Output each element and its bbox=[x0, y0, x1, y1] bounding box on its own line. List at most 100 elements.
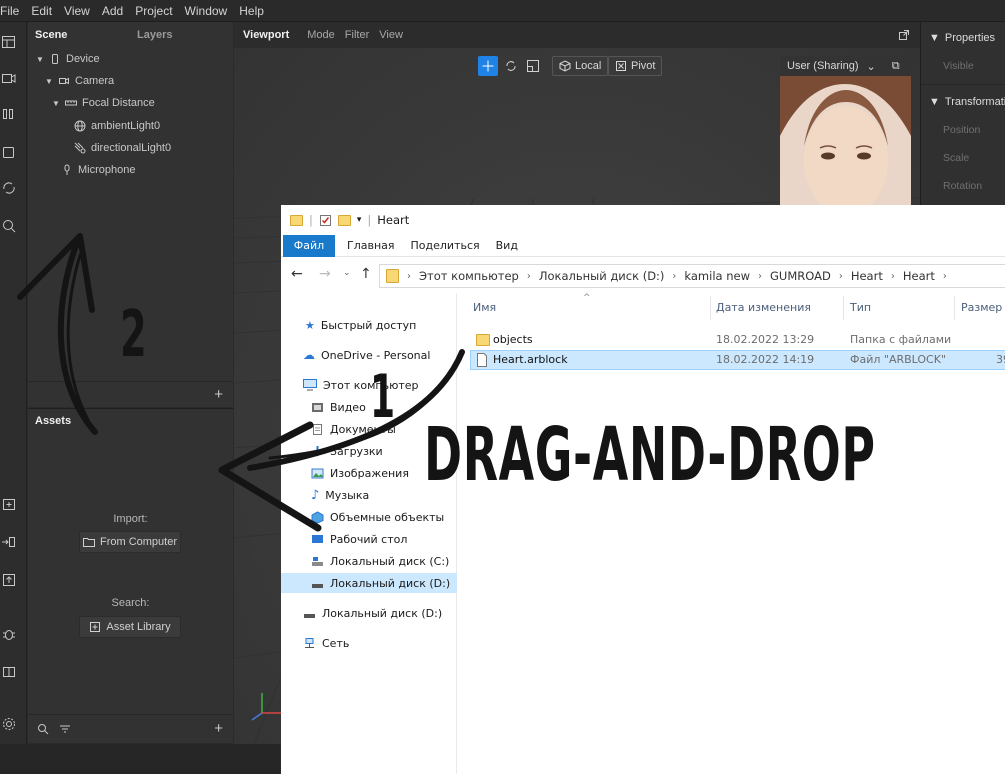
ribbon-tab-file[interactable]: Файл bbox=[283, 234, 335, 257]
chevron-right-icon[interactable]: › bbox=[839, 271, 843, 282]
layout-icon[interactable] bbox=[1, 34, 17, 50]
external-link-icon[interactable]: ⧉ bbox=[892, 60, 900, 73]
from-computer-button[interactable]: From Computer bbox=[79, 531, 181, 553]
menu-filter[interactable]: Filter bbox=[345, 29, 369, 41]
nav-disk-c[interactable]: Локальный диск (C:) bbox=[311, 551, 449, 571]
nav-quick-access[interactable]: ★ Быстрый доступ bbox=[305, 315, 416, 335]
chevron-right-icon[interactable]: › bbox=[943, 271, 947, 282]
preview-title[interactable]: User (Sharing) bbox=[787, 60, 859, 72]
menu-help[interactable]: Help bbox=[239, 4, 270, 18]
tab-scene[interactable]: Scene bbox=[35, 29, 137, 41]
rotate-icon[interactable] bbox=[504, 59, 518, 73]
expand-icon[interactable]: ▼ bbox=[36, 55, 44, 64]
column-name[interactable]: Имя bbox=[473, 301, 496, 314]
breadcrumb-heart-current[interactable]: Heart bbox=[903, 269, 935, 283]
menu-add[interactable]: Add bbox=[102, 4, 129, 18]
bug-icon[interactable] bbox=[1, 626, 17, 642]
column-divider[interactable] bbox=[710, 296, 711, 320]
scale-icon[interactable] bbox=[526, 59, 540, 73]
simulator-preview[interactable]: User (Sharing) ⌄ ⧉ bbox=[780, 56, 911, 216]
forward-icon[interactable]: → bbox=[319, 266, 331, 282]
tab-layers[interactable]: Layers bbox=[137, 29, 172, 41]
column-divider[interactable] bbox=[843, 296, 844, 320]
tab-viewport[interactable]: Viewport bbox=[243, 29, 289, 41]
tree-item-ambient-light[interactable]: ambientLight0 bbox=[74, 117, 160, 135]
file-row-selected[interactable]: Heart.arblock 18.02.2022 14:19 Файл "ARB… bbox=[470, 350, 1005, 370]
breadcrumb-disk-d[interactable]: Локальный диск (D:) bbox=[539, 269, 665, 283]
nav-video[interactable]: Видео bbox=[311, 397, 366, 417]
column-size[interactable]: Размер bbox=[961, 301, 1002, 314]
nav-disk-d-selected[interactable]: Локальный диск (D:) bbox=[281, 573, 457, 593]
nav-3d-objects[interactable]: Объемные объекты bbox=[311, 507, 444, 527]
nav-this-pc[interactable]: Этот компьютер bbox=[303, 375, 419, 395]
breadcrumb-gumroad[interactable]: GUMROAD bbox=[770, 269, 831, 283]
book-icon[interactable] bbox=[1, 664, 17, 680]
tree-item-microphone[interactable]: Microphone bbox=[61, 161, 135, 179]
chevron-right-icon[interactable]: › bbox=[527, 271, 531, 282]
add-asset-button[interactable]: + bbox=[214, 720, 223, 737]
file-row[interactable]: objects 18.02.2022 13:29 Папка с файлами bbox=[470, 330, 1005, 350]
column-type[interactable]: Тип bbox=[850, 301, 871, 314]
transformations-header[interactable]: ▼ Transformations bbox=[929, 96, 1005, 108]
expand-icon: ▼ bbox=[929, 32, 940, 44]
menu-file[interactable]: File bbox=[0, 4, 25, 18]
upload-icon[interactable] bbox=[1, 572, 17, 588]
chevron-right-icon[interactable]: › bbox=[672, 271, 676, 282]
pivot-button[interactable]: Pivot bbox=[608, 56, 663, 76]
video-icon[interactable] bbox=[1, 70, 17, 86]
tree-item-camera[interactable]: ▼ Camera bbox=[45, 72, 114, 90]
menu-window[interactable]: Window bbox=[185, 4, 234, 18]
menu-mode[interactable]: Mode bbox=[307, 29, 335, 41]
chevron-right-icon[interactable]: › bbox=[407, 271, 411, 282]
ribbon-tab-view[interactable]: Вид bbox=[496, 239, 518, 252]
ribbon-tab-share[interactable]: Поделиться bbox=[411, 239, 480, 252]
up-icon[interactable]: ↑ bbox=[360, 266, 372, 282]
refresh-icon[interactable] bbox=[1, 180, 17, 196]
external-link-icon[interactable] bbox=[898, 29, 910, 41]
nav-disk-d[interactable]: Локальный диск (D:) bbox=[303, 603, 442, 623]
breadcrumb-kamila-new[interactable]: kamila new bbox=[684, 269, 750, 283]
menu-view-options[interactable]: View bbox=[379, 29, 403, 41]
asset-library-button[interactable]: Asset Library bbox=[79, 616, 181, 638]
menu-edit[interactable]: Edit bbox=[31, 4, 58, 18]
new-folder-icon[interactable] bbox=[337, 214, 351, 226]
nav-pictures[interactable]: Изображения bbox=[311, 463, 409, 483]
expand-icon[interactable]: ▼ bbox=[45, 77, 53, 86]
import-icon[interactable] bbox=[1, 534, 17, 550]
column-divider[interactable] bbox=[954, 296, 955, 320]
move-tool-button[interactable] bbox=[478, 56, 498, 76]
tree-item-focal-distance[interactable]: ▼ Focal Distance bbox=[52, 94, 155, 112]
recent-dropdown-icon[interactable]: ⌄ bbox=[343, 268, 351, 278]
nav-music[interactable]: ♪ Музыка bbox=[311, 485, 369, 505]
chevron-down-icon[interactable]: ⌄ bbox=[867, 60, 876, 73]
search-icon[interactable] bbox=[37, 723, 49, 735]
tree-item-directional-light[interactable]: directionalLight0 bbox=[74, 139, 171, 157]
nav-downloads[interactable]: Загрузки bbox=[311, 441, 383, 461]
address-bar[interactable]: › Этот компьютер › Локальный диск (D:) ›… bbox=[379, 264, 1005, 288]
nav-desktop[interactable]: Рабочий стол bbox=[311, 529, 407, 549]
gear-icon[interactable] bbox=[1, 716, 17, 732]
breadcrumb-heart[interactable]: Heart bbox=[851, 269, 883, 283]
add-object-button[interactable]: + bbox=[214, 386, 223, 403]
nav-onedrive[interactable]: ☁ OneDrive - Personal bbox=[303, 345, 430, 365]
column-date[interactable]: Дата изменения bbox=[716, 301, 811, 314]
chevron-right-icon[interactable]: › bbox=[758, 271, 762, 282]
square-icon[interactable] bbox=[1, 144, 17, 160]
menu-project[interactable]: Project bbox=[135, 4, 178, 18]
properties-header[interactable]: ▼ Properties bbox=[929, 32, 995, 44]
filter-icon[interactable] bbox=[59, 723, 71, 735]
add-file-icon[interactable] bbox=[1, 496, 17, 512]
expand-icon[interactable]: ▼ bbox=[52, 99, 60, 108]
breadcrumb-this-pc[interactable]: Этот компьютер bbox=[419, 269, 519, 283]
search-icon[interactable] bbox=[1, 218, 17, 234]
columns-icon[interactable] bbox=[1, 106, 17, 122]
nav-network[interactable]: Сеть bbox=[303, 633, 349, 653]
local-button[interactable]: Local bbox=[552, 56, 609, 76]
properties-check-icon[interactable] bbox=[319, 214, 332, 227]
quick-access-dropdown-icon[interactable]: ▾ bbox=[357, 215, 362, 225]
back-icon[interactable]: ← bbox=[291, 266, 303, 282]
menu-view[interactable]: View bbox=[64, 4, 96, 18]
chevron-right-icon[interactable]: › bbox=[891, 271, 895, 282]
ribbon-tab-home[interactable]: Главная bbox=[347, 239, 395, 252]
tree-item-device[interactable]: ▼ Device bbox=[36, 50, 100, 68]
